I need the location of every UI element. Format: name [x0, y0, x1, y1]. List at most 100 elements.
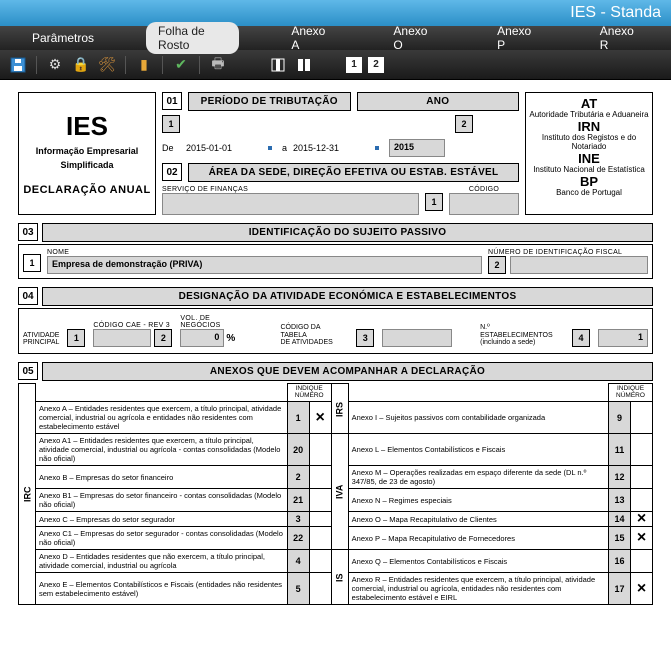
table-row: Anexo D – Entidades residentes que não e…	[19, 550, 653, 573]
field-1: 1	[162, 115, 180, 133]
section-03-num: 03	[18, 223, 38, 241]
field-04-3: 3	[356, 329, 374, 347]
area-title: ÁREA DA SEDE, DIREÇÃO EFETIVA OU ESTAB. …	[188, 163, 519, 182]
ies-sub1: Informação Empresarial	[23, 146, 151, 156]
ies-logo: IES	[23, 111, 151, 142]
check-anexo-b1[interactable]	[309, 489, 331, 512]
form-logo-box: IES Informação Empresarial Simplificada …	[18, 92, 156, 215]
check-anexo-i[interactable]	[631, 402, 653, 434]
view-dual-icon[interactable]	[294, 55, 314, 75]
estab-label-2: (incluindo a sede)	[480, 339, 564, 347]
at-title: AT	[528, 97, 650, 111]
ano-field[interactable]: 2015	[389, 139, 445, 157]
codigo-label: CÓDIGO	[449, 186, 519, 193]
check-anexo-p[interactable]: ×	[631, 527, 653, 550]
pct-label: %	[226, 333, 235, 344]
anexos-table: IRC INDIQUE NÚMERO IRS INDIQUE NÚMERO An…	[18, 383, 653, 605]
menubar: Parâmetros Folha de Rosto Anexo A Anexo …	[0, 26, 671, 50]
section-05-num: 05	[18, 362, 38, 380]
menu-anexo-p[interactable]: Anexo P	[485, 22, 548, 54]
page-1-button[interactable]: 1	[346, 57, 362, 73]
print-icon[interactable]: 🖶	[208, 55, 228, 75]
vol-field[interactable]: 0	[180, 329, 224, 347]
gear-icon[interactable]: ⚙	[45, 55, 65, 75]
tabela-field[interactable]	[382, 329, 452, 347]
menu-anexo-r[interactable]: Anexo R	[588, 22, 651, 54]
check-anexo-c1[interactable]	[309, 527, 331, 550]
separator	[125, 56, 126, 74]
date-from-input[interactable]	[186, 143, 258, 153]
tools-icon[interactable]: 🛠	[97, 55, 117, 75]
check-anexo-m[interactable]	[631, 466, 653, 489]
lock-icon[interactable]: 🔒	[71, 55, 91, 75]
field-03-2: 2	[488, 256, 506, 274]
cae-field[interactable]	[93, 329, 151, 347]
save-icon[interactable]	[8, 55, 28, 75]
ano-title: ANO	[357, 92, 520, 111]
de-label: De	[162, 143, 180, 153]
check-anexo-d[interactable]	[309, 550, 331, 573]
check-anexo-a[interactable]: ×	[309, 402, 331, 434]
check-anexo-c[interactable]	[309, 512, 331, 527]
declaration-label: DECLARAÇÃO ANUAL	[23, 184, 151, 196]
section-04-title: DESIGNAÇÃO DA ATIVIDADE ECONÓMICA E ESTA…	[42, 287, 653, 306]
iva-header: IVA	[331, 434, 348, 550]
irn-sub: Instituto dos Registos e do Notariado	[528, 134, 650, 152]
date-to-input[interactable]	[293, 143, 365, 153]
window-title: IES - Standa	[570, 4, 661, 22]
check-anexo-q[interactable]	[631, 550, 653, 573]
codigo-field[interactable]	[449, 193, 519, 215]
form-page: IES Informação Empresarial Simplificada …	[0, 80, 671, 617]
field-04-2: 2	[154, 329, 172, 347]
check-anexo-l[interactable]	[631, 434, 653, 466]
check-anexo-o[interactable]: ×	[631, 512, 653, 527]
field-04-1: 1	[67, 329, 85, 347]
check-anexo-a1[interactable]	[309, 434, 331, 466]
check-anexo-r[interactable]: ×	[631, 573, 653, 605]
nome-field[interactable]: Empresa de demonstração (PRIVA)	[47, 256, 482, 274]
atividade-label-2: PRINCIPAL	[23, 339, 59, 347]
vol-label: VOL. DE NEGÓCIOS	[180, 315, 252, 329]
stack-icon[interactable]: ▮	[134, 55, 154, 75]
date-picker-icon[interactable]	[268, 146, 272, 150]
periodo-title: PERÍODO DE TRIBUTAÇÃO	[188, 92, 351, 111]
col-head-right: INDIQUE NÚMERO	[609, 384, 653, 402]
section-01-num: 01	[162, 92, 182, 110]
nif-field[interactable]	[510, 256, 648, 274]
field-1b: 1	[425, 193, 443, 211]
check-anexo-b[interactable]	[309, 466, 331, 489]
toolbar: ⚙ 🔒 🛠 ▮ ✔ 🖶 1 2	[0, 50, 671, 80]
field-04-4: 4	[572, 329, 590, 347]
atividade-label-1: ATIVIDADE	[23, 332, 59, 340]
section-03-title: IDENTIFICAÇÃO DO SUJEITO PASSIVO	[42, 223, 653, 242]
check-icon[interactable]: ✔	[171, 55, 191, 75]
nif-label: NÚMERO DE IDENTIFICAÇÃO FISCAL	[488, 249, 648, 256]
estab-field[interactable]: 1	[598, 329, 648, 347]
ies-sub2: Simplificada	[23, 160, 151, 170]
page-2-button[interactable]: 2	[368, 57, 384, 73]
estab-label-1: N.º ESTABELECIMENTOS	[480, 324, 564, 339]
cae-label: CÓDIGO CAE - REV 3	[93, 322, 172, 329]
menu-anexo-o[interactable]: Anexo O	[381, 22, 445, 54]
menu-anexo-a[interactable]: Anexo A	[279, 22, 341, 54]
section-04-num: 04	[18, 287, 38, 305]
separator	[162, 56, 163, 74]
servico-label: SERVIÇO DE FINANÇAS	[162, 186, 419, 193]
separator	[36, 56, 37, 74]
view-single-icon[interactable]	[268, 55, 288, 75]
check-anexo-n[interactable]	[631, 489, 653, 512]
field-03-1: 1	[23, 254, 41, 272]
bp-title: BP	[528, 175, 650, 189]
authorities-box: AT Autoridade Tributária e Aduaneira IRN…	[525, 92, 653, 215]
nome-label: NOME	[47, 249, 482, 256]
a-label: a	[282, 143, 287, 153]
bp-sub: Banco de Portugal	[528, 189, 650, 198]
menu-folha-de-rosto[interactable]: Folha de Rosto	[146, 22, 239, 54]
servico-field[interactable]	[162, 193, 419, 215]
table-row: Anexo A1 – Entidades residentes que exer…	[19, 434, 653, 466]
date-picker-icon[interactable]	[375, 146, 379, 150]
separator	[199, 56, 200, 74]
check-anexo-e[interactable]	[309, 573, 331, 605]
ine-title: INE	[528, 152, 650, 166]
menu-parametros[interactable]: Parâmetros	[20, 29, 106, 47]
